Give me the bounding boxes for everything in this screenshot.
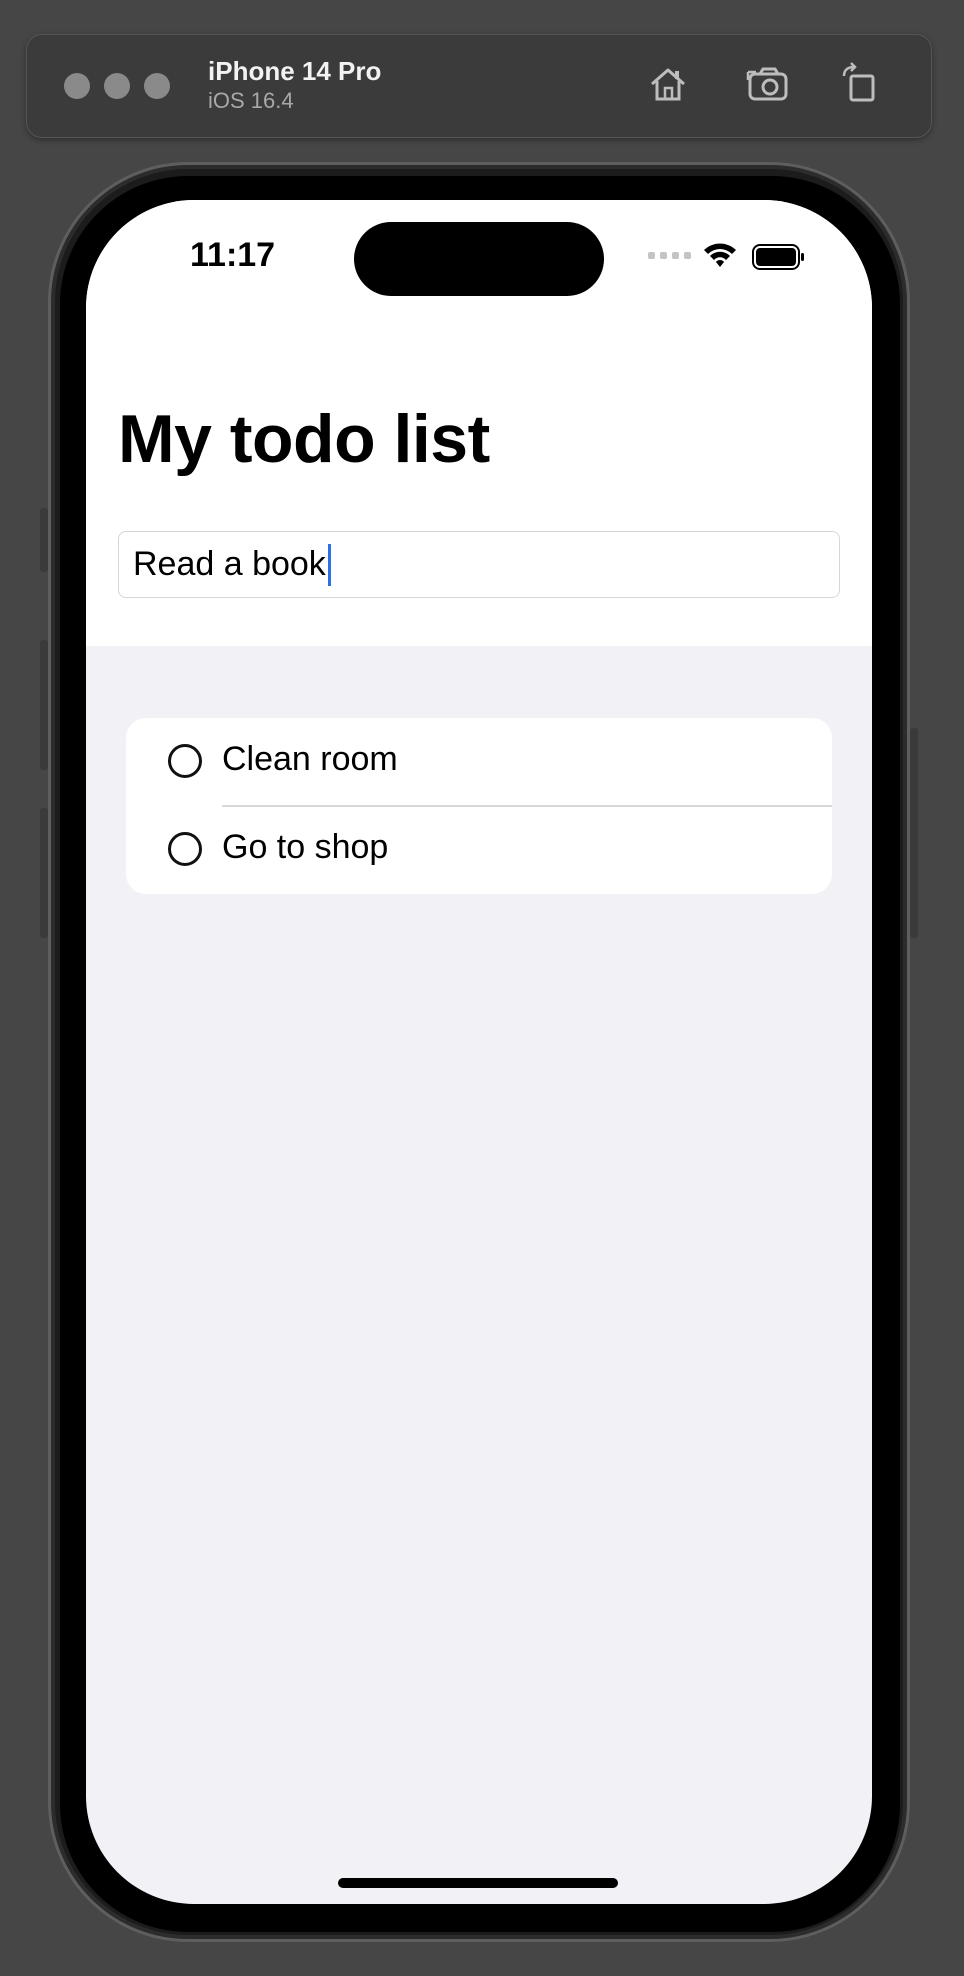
phone-screen: 11:17 My todo list Read a book Clean roo… [86,200,872,1904]
todo-row[interactable]: Clean room [126,718,832,807]
volume-down-button [40,808,48,938]
text-caret [327,543,331,586]
todo-row[interactable]: Go to shop [126,806,832,894]
new-todo-input[interactable]: Read a book [118,531,840,598]
device-name: iPhone 14 Pro [208,56,382,86]
cellular-signal-icon [648,252,691,259]
screenshot-icon[interactable] [746,62,790,106]
rotate-icon[interactable] [838,62,882,106]
window-close-button[interactable] [64,73,90,99]
todo-label: Clean room [222,740,398,778]
todo-list: Clean room Go to shop [126,718,832,894]
unchecked-circle-icon[interactable] [168,832,202,866]
battery-icon [752,244,806,275]
status-time: 11:17 [190,236,276,274]
action-button [40,508,48,572]
new-todo-input-text: Read a book [133,545,326,583]
window-zoom-button[interactable] [144,73,170,99]
todo-label: Go to shop [222,828,389,866]
unchecked-circle-icon[interactable] [168,744,202,778]
os-version: iOS 16.4 [208,88,294,113]
page-title: My todo list [118,401,490,477]
dynamic-island [354,222,604,296]
home-icon[interactable] [646,62,690,106]
power-button [910,728,918,938]
window-minimize-button[interactable] [104,73,130,99]
volume-up-button [40,640,48,770]
home-indicator[interactable] [338,1878,618,1888]
wifi-icon [702,240,738,275]
